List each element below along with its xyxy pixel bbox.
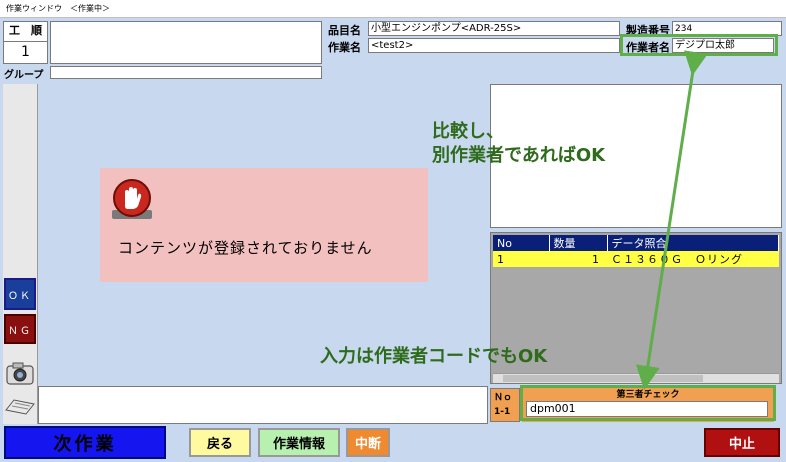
double-arrow-icon: [635, 50, 708, 390]
